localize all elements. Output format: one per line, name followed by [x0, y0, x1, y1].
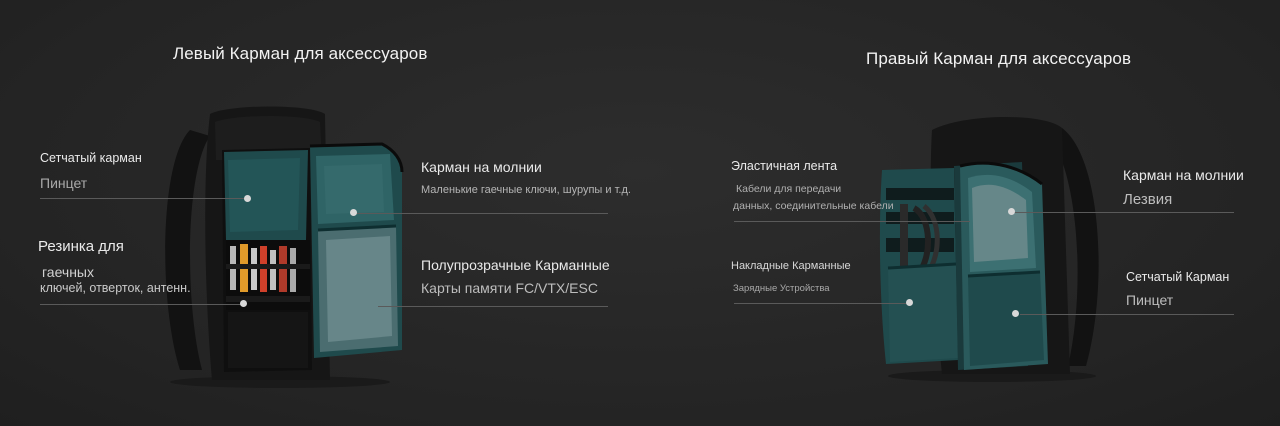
elastic-band-callout-line — [40, 304, 242, 305]
translucent-pocket-detail: Карты памяти FC/VTX/ESC — [421, 280, 598, 296]
overlay-pocket-callout-line — [734, 303, 910, 304]
zip-blade-pocket-heading: Карман на молнии — [1123, 167, 1244, 183]
overlay-pocket-heading: Накладные Карманные — [731, 260, 851, 272]
right-backpack-image — [879, 116, 1099, 382]
translucent-pocket-callout-line — [378, 306, 608, 307]
elastic-band-heading: Резинка для — [38, 238, 124, 255]
zip-pocket-heading: Карман на молнии — [421, 159, 542, 175]
overlay-pocket-detail: Зарядные Устройства — [733, 283, 830, 294]
mesh-pocket-detail: Пинцет — [40, 175, 88, 191]
elastic-band-detail-2: ключей, отверток, антенн. — [40, 281, 191, 295]
elastic-band-pointer — [240, 300, 247, 307]
elastic-band-detail-1: гаечных — [42, 264, 94, 280]
translucent-pocket-heading: Полупрозрачные Карманные — [421, 257, 610, 273]
zip-blade-pocket-pointer — [1008, 208, 1015, 215]
left-backpack-image — [165, 106, 404, 388]
zip-pocket-pointer — [350, 209, 357, 216]
mesh-right-pocket-detail: Пинцет — [1126, 292, 1174, 308]
zip-blade-pocket-callout-line — [1012, 212, 1234, 213]
left-pocket-panel: Левый Карман для аксессуаров Сетчатый ка… — [0, 0, 640, 426]
left-panel-title: Левый Карман для аксессуаров — [173, 44, 428, 63]
elastic-strap-detail-2: данных, соединительные кабели — [733, 200, 894, 212]
zip-pocket-callout-line — [356, 213, 608, 214]
right-pocket-panel: Правый Карман для аксессуаров Эластичная… — [640, 0, 1280, 426]
elastic-strap-heading: Эластичная лента — [731, 159, 838, 173]
mesh-pocket-pointer — [244, 195, 251, 202]
elastic-strap-callout-line — [734, 221, 970, 222]
mesh-right-pocket-pointer — [1012, 310, 1019, 317]
mesh-pocket-callout-line — [40, 198, 248, 199]
product-infographic: Левый Карман для аксессуаров Сетчатый ка… — [0, 0, 1280, 426]
mesh-right-pocket-callout-line — [1020, 314, 1234, 315]
overlay-pocket-pointer — [906, 299, 913, 306]
elastic-strap-detail-1: Кабели для передачи — [736, 183, 842, 195]
right-panel-title: Правый Карман для аксессуаров — [866, 49, 1132, 68]
mesh-right-pocket-heading: Сетчатый Карман — [1126, 270, 1230, 284]
zip-pocket-detail: Маленькие гаечные ключи, шурупы и т.д. — [421, 184, 631, 196]
mesh-pocket-heading: Сетчатый карман — [40, 151, 142, 165]
zip-blade-pocket-detail: Лезвия — [1123, 191, 1173, 208]
